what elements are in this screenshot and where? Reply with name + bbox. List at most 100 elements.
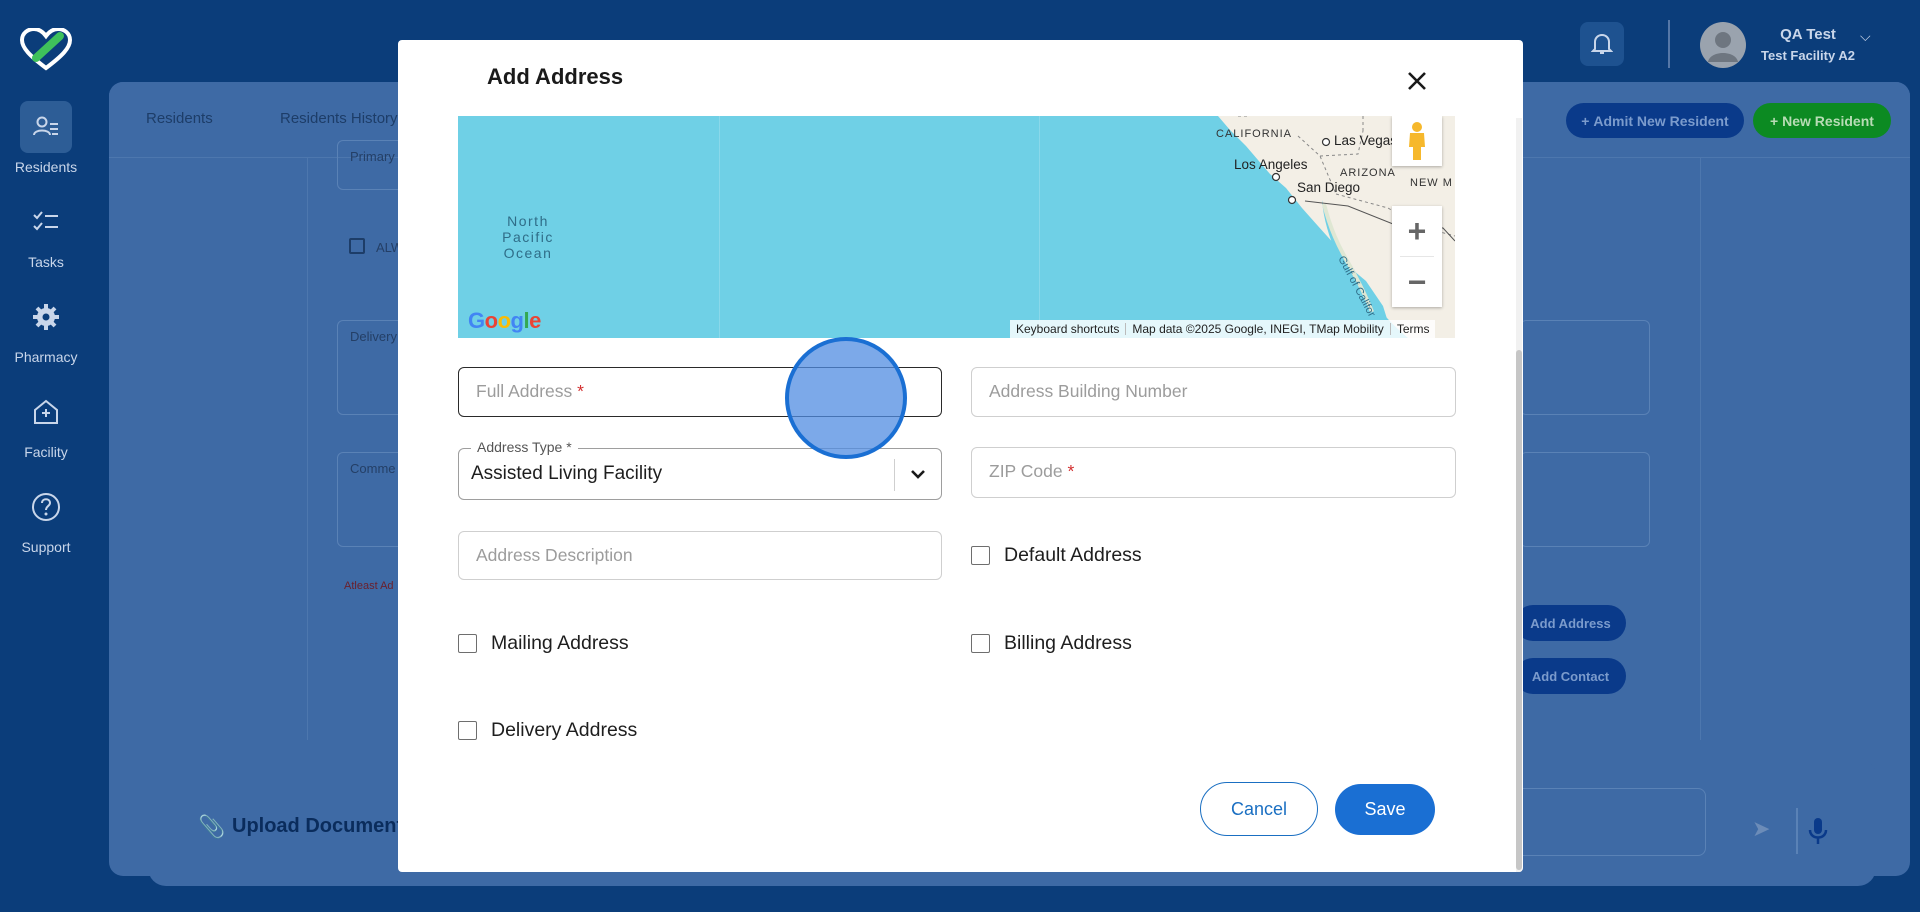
send-icon[interactable]: ➤ <box>1752 816 1770 842</box>
notifications-button[interactable] <box>1580 22 1624 66</box>
residents-icon <box>20 101 72 153</box>
zip-code-placeholder: ZIP Code * <box>989 461 1074 482</box>
alw-checkbox[interactable] <box>349 238 365 254</box>
keyboard-shortcuts-link[interactable]: Keyboard shortcuts <box>1010 322 1125 336</box>
checkbox-box[interactable] <box>458 721 477 740</box>
terms-link[interactable]: Terms <box>1391 322 1436 336</box>
close-icon <box>1408 72 1426 90</box>
address-description-input[interactable]: Address Description <box>458 531 942 580</box>
building-number-placeholder: Address Building Number <box>989 381 1188 401</box>
mic-divider <box>1796 808 1798 854</box>
map-city-label: San Diego <box>1297 180 1361 195</box>
support-icon <box>20 481 72 533</box>
save-button[interactable]: Save <box>1335 784 1435 835</box>
right-field-1[interactable] <box>1520 320 1650 415</box>
full-address-placeholder: Full Address * <box>476 381 584 402</box>
address-type-value: Assisted Living Facility <box>471 463 663 484</box>
address-type-select[interactable]: Address Type * Assisted Living Facility <box>458 439 942 500</box>
modal-scrollbar-thumb[interactable] <box>1516 350 1522 870</box>
map-state-label: NEW M <box>1410 177 1453 189</box>
header-divider <box>1668 20 1670 68</box>
nav-item-facility[interactable]: Facility <box>0 386 92 460</box>
paperclip-icon: 📎 <box>198 814 226 839</box>
select-divider <box>894 459 895 491</box>
map-ocean-label: North Pacific Ocean <box>502 213 554 261</box>
modal-scrollbar[interactable] <box>1516 118 1522 872</box>
map-footer: Keyboard shortcuts Map data ©2025 Google… <box>1010 320 1436 338</box>
right-field-2[interactable] <box>1520 452 1650 547</box>
comment-label: Comme <box>350 461 396 476</box>
delivery-label: Delivery <box>350 329 397 344</box>
add-contact-button[interactable]: Add Contact <box>1515 658 1626 694</box>
nav-item-tasks[interactable]: Tasks <box>0 196 92 270</box>
primary-label: Primary <box>350 149 395 164</box>
full-address-input[interactable]: Full Address * <box>458 367 942 417</box>
nav-label: Tasks <box>28 254 64 270</box>
nav-label: Facility <box>24 444 68 460</box>
checkbox-box[interactable] <box>971 634 990 653</box>
checkbox-box[interactable] <box>458 634 477 653</box>
address-type-legend: Address Type * <box>471 439 578 455</box>
tab-residents-history[interactable]: Residents History <box>280 110 398 127</box>
cancel-button[interactable]: Cancel <box>1200 782 1318 836</box>
tasks-icon <box>20 196 72 248</box>
chevron-down-icon[interactable]: ⌵ <box>1860 28 1871 45</box>
delivery-address-label: Delivery Address <box>491 719 638 741</box>
avatar[interactable] <box>1700 22 1746 68</box>
user-name[interactable]: QA Test <box>1762 26 1854 43</box>
modal-title: Add Address <box>487 64 624 89</box>
map-state-label: CALIFORNIA <box>1216 128 1293 140</box>
sidebar: Residents Tasks Pharmacy Facility Suppor… <box>0 0 92 912</box>
new-resident-label: New Resident <box>1782 112 1874 129</box>
close-button[interactable] <box>1402 66 1432 96</box>
default-address-checkbox[interactable]: Default Address <box>971 544 1142 567</box>
billing-address-checkbox[interactable]: Billing Address <box>971 632 1132 655</box>
street-view-pegman[interactable] <box>1392 116 1442 166</box>
nav-label: Residents <box>14 159 78 175</box>
required-marker: * <box>577 381 584 401</box>
admit-label: Admit New Resident <box>1593 112 1729 129</box>
gear-icon <box>20 291 72 343</box>
nav-item-pharmacy[interactable]: Pharmacy <box>0 291 92 365</box>
message-input[interactable] <box>1500 788 1706 856</box>
add-address-button[interactable]: Add Address <box>1515 605 1626 641</box>
map-data-attribution: Map data ©2025 Google, INEGI, TMap Mobil… <box>1132 322 1384 336</box>
address-description-placeholder: Address Description <box>476 545 633 565</box>
add-address-modal: Add Address North Pacific Ocean CALIFORN… <box>398 40 1523 872</box>
zoom-out-button[interactable]: − <box>1392 257 1442 307</box>
zoom-in-button[interactable]: + <box>1392 206 1442 256</box>
address-note: Atleast Ad <box>344 580 394 592</box>
google-logo: Google <box>468 308 541 333</box>
microphone-icon[interactable] <box>1808 816 1828 846</box>
tab-residents[interactable]: Residents <box>146 110 213 127</box>
building-number-input[interactable]: Address Building Number <box>971 367 1456 417</box>
facility-name: Test Facility A2 <box>1761 48 1855 63</box>
map-zoom-controls: + − <box>1392 206 1442 307</box>
checkbox-box[interactable] <box>971 546 990 565</box>
required-marker: * <box>1067 461 1075 481</box>
pegman-icon <box>1409 122 1425 160</box>
nav-item-residents[interactable]: Residents <box>0 101 92 175</box>
delivery-address-checkbox[interactable]: Delivery Address <box>458 719 637 742</box>
map-city-label: Las Vegas <box>1334 133 1398 148</box>
nav-label: Pharmacy <box>14 349 78 365</box>
nav-item-support[interactable]: Support <box>0 481 92 555</box>
full-address-placeholder-text: Full Address <box>476 381 573 401</box>
map-state-label: ARIZONA <box>1340 167 1396 179</box>
new-resident-button[interactable]: + New Resident <box>1753 103 1891 138</box>
chevron-down-icon[interactable] <box>908 463 928 485</box>
zip-code-input[interactable]: ZIP Code * <box>971 447 1456 498</box>
facility-icon <box>20 386 72 438</box>
upload-document-link[interactable]: Upload Document/ <box>232 815 409 838</box>
billing-address-label: Billing Address <box>1004 632 1132 654</box>
app-logo <box>20 28 72 71</box>
map[interactable]: North Pacific Ocean CALIFORNIA ARIZONA N… <box>458 116 1455 338</box>
default-address-label: Default Address <box>1004 544 1142 566</box>
map-city-label: Los Angeles <box>1234 157 1308 172</box>
admit-new-resident-button[interactable]: + Admit New Resident <box>1566 103 1744 138</box>
map-land <box>1218 116 1455 338</box>
mailing-address-checkbox[interactable]: Mailing Address <box>458 632 629 655</box>
mailing-address-label: Mailing Address <box>491 632 629 654</box>
zip-code-placeholder-text: ZIP Code <box>989 461 1063 481</box>
bell-icon <box>1591 33 1613 54</box>
